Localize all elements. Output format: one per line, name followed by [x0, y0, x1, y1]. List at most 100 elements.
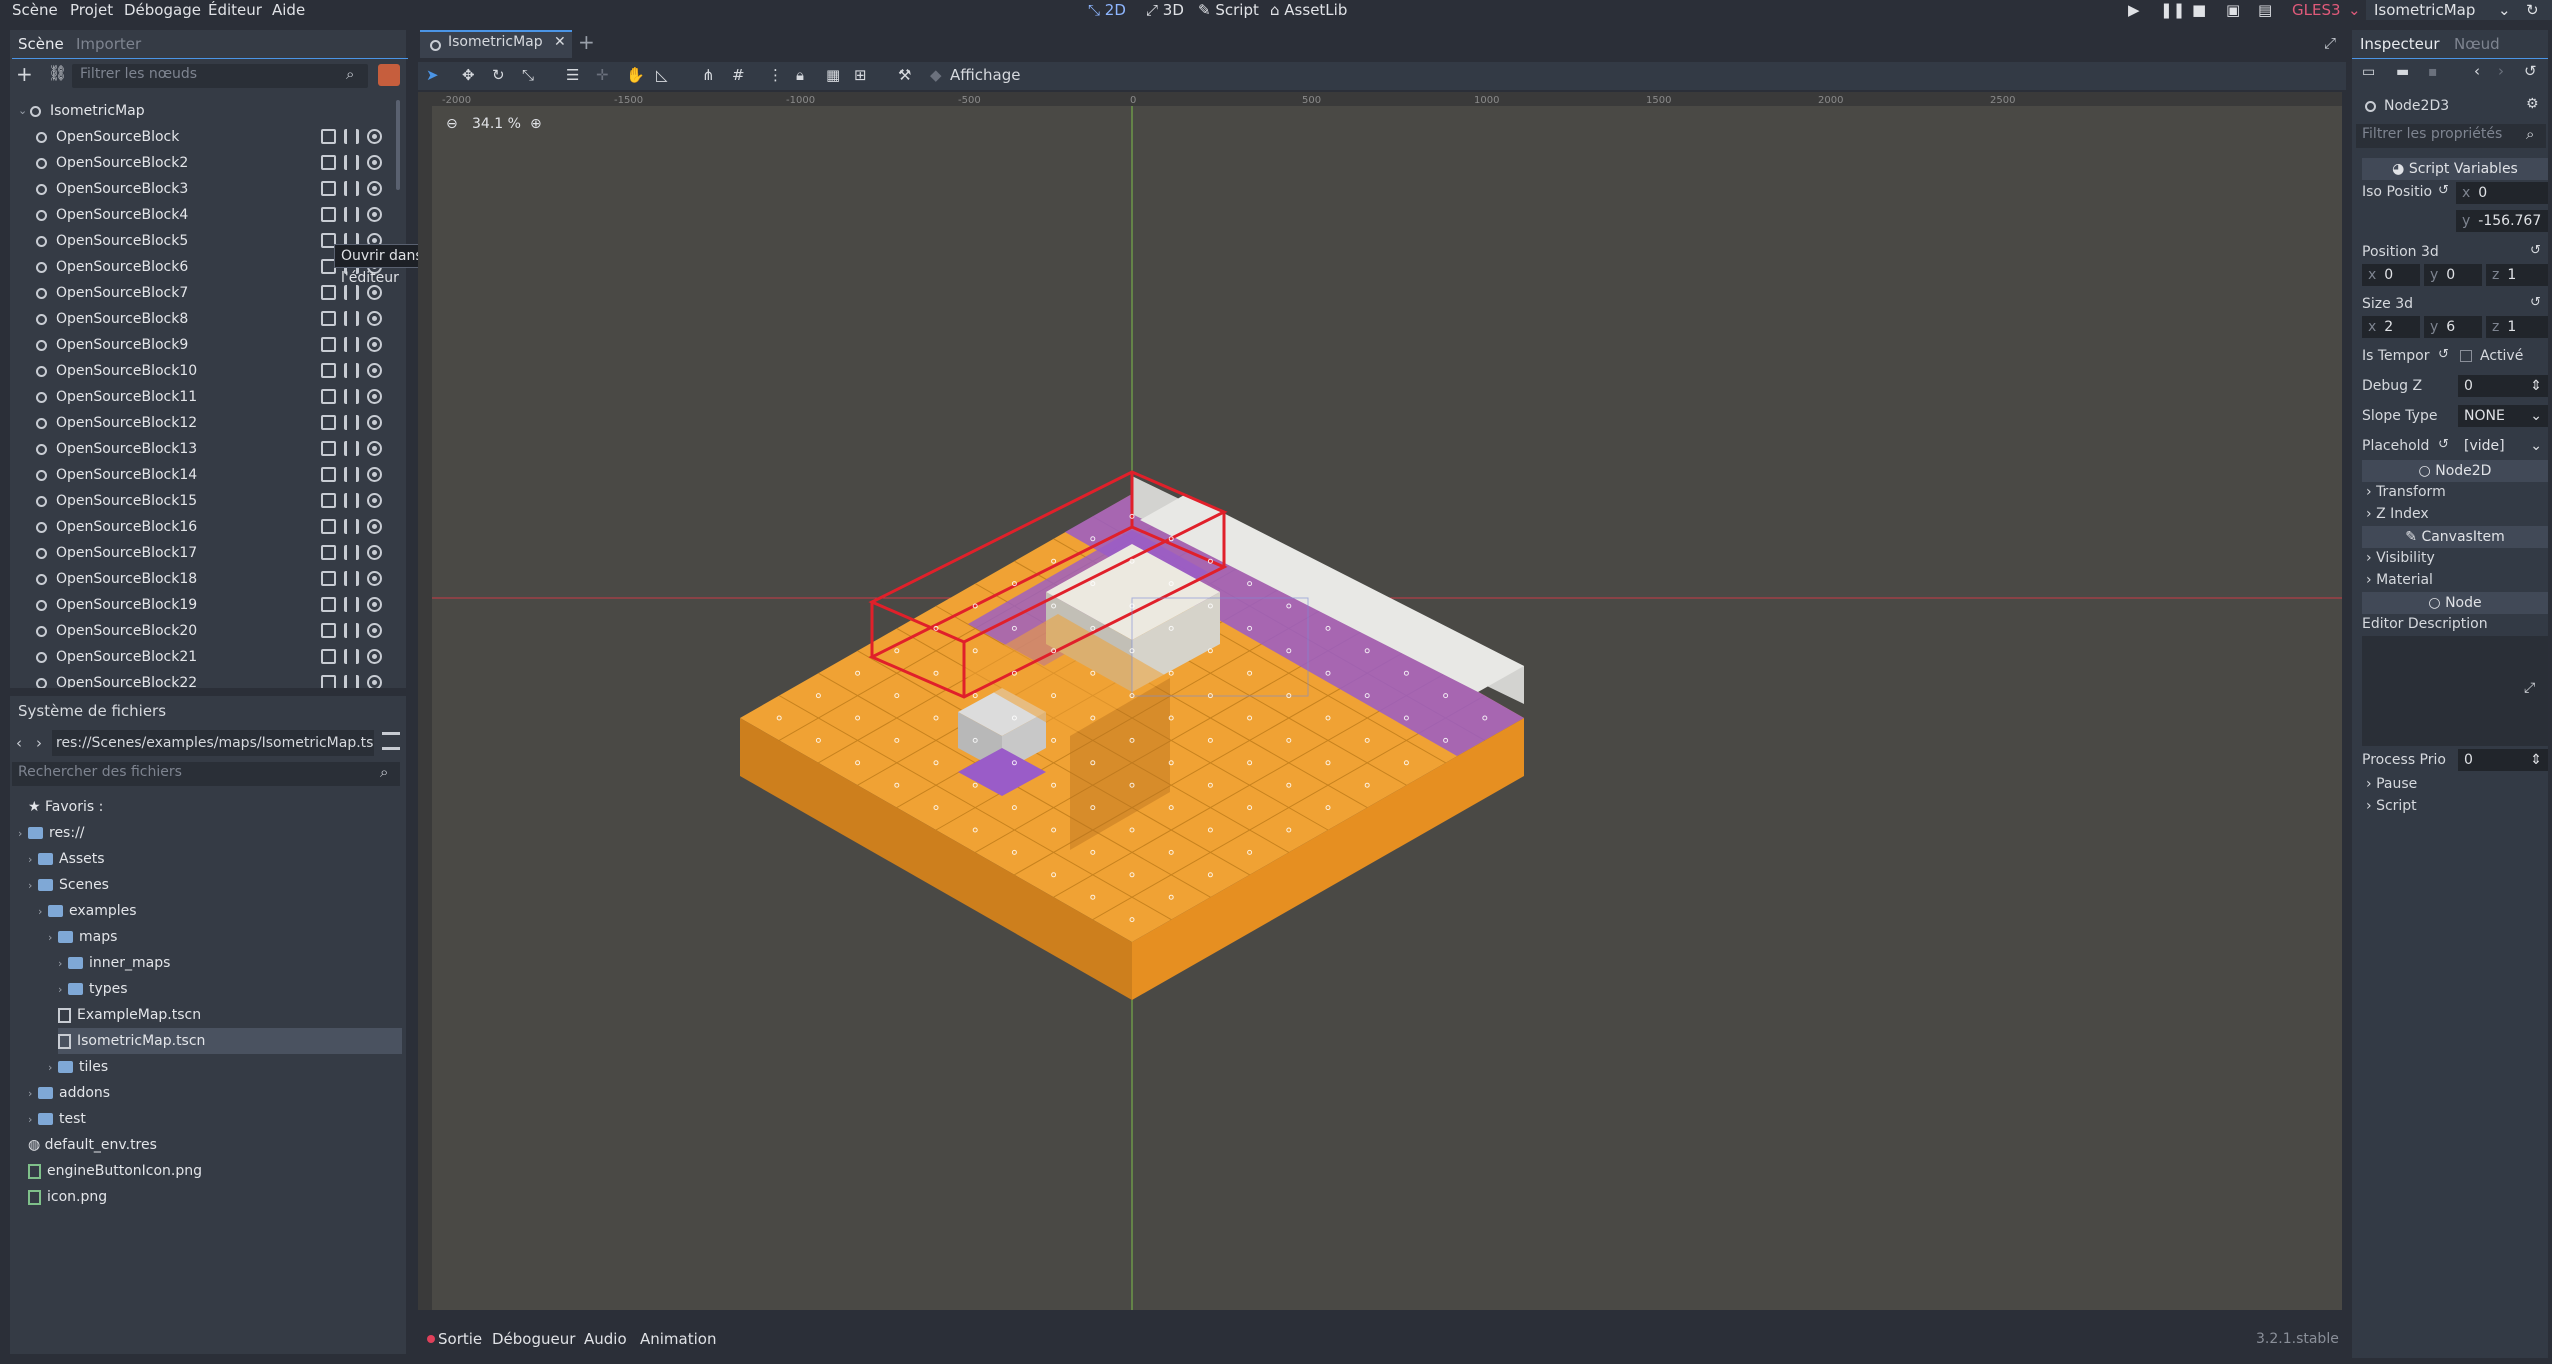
debug-z-spinbox[interactable]: 0 ⇕ [2458, 375, 2548, 397]
tree-node[interactable]: OpenSourceBlock19 [28, 592, 390, 618]
ruler-tool-icon[interactable]: ◺ [656, 66, 668, 84]
open-scene-icon[interactable] [321, 441, 336, 456]
workspace-2d[interactable]: ⤡ 2D [1088, 0, 1126, 20]
open-scene-icon[interactable] [321, 363, 336, 378]
scrollbar[interactable] [396, 100, 400, 190]
script-icon[interactable] [344, 675, 359, 688]
workspace-script[interactable]: ✎ Script [1198, 0, 1259, 20]
property-filter-input[interactable]: Filtrer les propriétés ⌕ [2356, 124, 2546, 148]
split-icon[interactable] [382, 732, 400, 750]
visibility-eye-icon[interactable] [367, 519, 382, 534]
menu-editor[interactable]: Éditeur [208, 0, 262, 20]
script-icon[interactable] [344, 649, 359, 664]
visibility-eye-icon[interactable] [367, 181, 382, 196]
tree-node[interactable]: OpenSourceBlock13 [28, 436, 390, 462]
zoom-level[interactable]: 34.1 % [472, 116, 521, 132]
tab-animation[interactable]: Animation [640, 1328, 716, 1350]
visibility-eye-icon[interactable] [367, 545, 382, 560]
process-priority-spinbox[interactable]: 0 ⇕ [2458, 749, 2548, 771]
section-canvasitem[interactable]: ✎ CanvasItem [2362, 526, 2548, 548]
script-icon[interactable] [344, 467, 359, 482]
tab-inspector[interactable]: Inspecteur [2360, 32, 2440, 56]
script-icon[interactable] [344, 207, 359, 222]
tree-node[interactable]: OpenSourceBlock14 [28, 462, 390, 488]
fullscreen-icon[interactable]: ⤢ [2324, 34, 2336, 52]
visibility-eye-icon[interactable] [367, 675, 382, 688]
file-item[interactable]: › addons [28, 1080, 110, 1106]
size-x-field[interactable]: x2 [2362, 316, 2420, 338]
open-scene-icon[interactable] [321, 675, 336, 688]
lock-icon[interactable]: 🔒︎ [796, 66, 804, 84]
script-icon[interactable] [344, 129, 359, 144]
editor-description-input[interactable]: ⤢ [2362, 636, 2548, 746]
script-icon[interactable] [344, 363, 359, 378]
placeholder-resource[interactable]: [vide] ⌄ [2458, 435, 2548, 457]
section-script-variables[interactable]: ◕ Script Variables [2362, 158, 2548, 180]
move-tool-icon[interactable]: ✥ [462, 66, 475, 84]
skeleton-icon[interactable]: ⊞ [854, 66, 867, 84]
add-tab-icon[interactable]: + [578, 30, 595, 54]
tab-import[interactable]: Importer [76, 32, 141, 56]
save-icon[interactable]: ▪ [2428, 64, 2438, 80]
rotate-tool-icon[interactable]: ↻ [492, 66, 505, 84]
file-item[interactable]: › inner_maps [58, 950, 170, 976]
tree-node[interactable]: OpenSourceBlock7 [28, 280, 390, 306]
stop-icon[interactable]: ■ [2192, 0, 2206, 20]
file-item[interactable]: ◍ default_env.tres [28, 1132, 157, 1158]
group-script[interactable]: › Script [2366, 794, 2552, 818]
workspace-3d[interactable]: ⤢ 3D [1146, 0, 1184, 20]
tree-node[interactable]: OpenSourceBlock20 [28, 618, 390, 644]
open-scene-icon[interactable] [321, 155, 336, 170]
file-item[interactable]: › Scenes [28, 872, 109, 898]
more-icon[interactable]: ⋮ [768, 66, 783, 84]
script-icon[interactable] [344, 571, 359, 586]
open-scene-icon[interactable] [321, 415, 336, 430]
tree-node[interactable]: OpenSourceBlock15 [28, 488, 390, 514]
open-scene-icon[interactable] [321, 129, 336, 144]
is-temporary-checkbox[interactable] [2460, 350, 2472, 362]
smart-snap-icon[interactable]: ⋔ [702, 66, 715, 84]
script-icon[interactable] [344, 597, 359, 612]
camera-icon[interactable]: ◆ [930, 66, 942, 84]
visibility-eye-icon[interactable] [367, 389, 382, 404]
open-scene-icon[interactable] [321, 181, 336, 196]
tab-scene[interactable]: Scène [18, 32, 64, 56]
zoom-in-icon[interactable]: ⊕ [530, 116, 542, 132]
file-item[interactable]: › maps [48, 924, 117, 950]
link-icon[interactable]: ⛓ [48, 64, 67, 82]
open-scene-icon[interactable] [321, 493, 336, 508]
script-icon[interactable] [344, 415, 359, 430]
open-scene-icon[interactable] [321, 285, 336, 300]
grid-snap-icon[interactable]: # [732, 66, 745, 84]
file-item[interactable]: › tiles [48, 1054, 108, 1080]
script-icon[interactable] [344, 337, 359, 352]
visibility-eye-icon[interactable] [367, 129, 382, 144]
file-item[interactable]: › Assets [28, 846, 105, 872]
back-icon[interactable]: ‹ [16, 734, 22, 752]
history-icon[interactable]: ↺ [2524, 62, 2537, 80]
script-icon[interactable] [344, 545, 359, 560]
scale-tool-icon[interactable]: ⤡ [522, 66, 534, 84]
open-scene-icon[interactable] [321, 467, 336, 482]
open-scene-icon[interactable] [321, 311, 336, 326]
file-item[interactable]: engineButtonIcon.png [28, 1158, 202, 1184]
group-material[interactable]: › Material [2366, 568, 2552, 592]
zoom-out-icon[interactable]: ⊖ [446, 116, 458, 132]
script-icon[interactable] [344, 441, 359, 456]
file-item[interactable]: › examples [38, 898, 137, 924]
iso-y-field[interactable]: y -156.767 [2456, 210, 2548, 232]
visibility-eye-icon[interactable] [367, 363, 382, 378]
visibility-eye-icon[interactable] [367, 207, 382, 222]
open-scene-icon[interactable] [321, 389, 336, 404]
tree-node[interactable]: OpenSourceBlock12 [28, 410, 390, 436]
script-icon[interactable] [344, 389, 359, 404]
pivot-icon[interactable]: ✛ [596, 66, 609, 84]
revert-icon[interactable]: ↺ [2438, 347, 2449, 362]
visibility-eye-icon[interactable] [367, 311, 382, 326]
open-scene-icon[interactable] [321, 207, 336, 222]
path-field[interactable]: res://Scenes/examples/maps/IsometricMap.… [52, 730, 374, 756]
new-resource-icon[interactable]: ▭ [2362, 64, 2375, 80]
view-menu[interactable]: Affichage [950, 66, 1020, 84]
bone-icon[interactable]: ⚒ [898, 66, 911, 84]
close-icon[interactable]: ✕ [554, 34, 566, 50]
